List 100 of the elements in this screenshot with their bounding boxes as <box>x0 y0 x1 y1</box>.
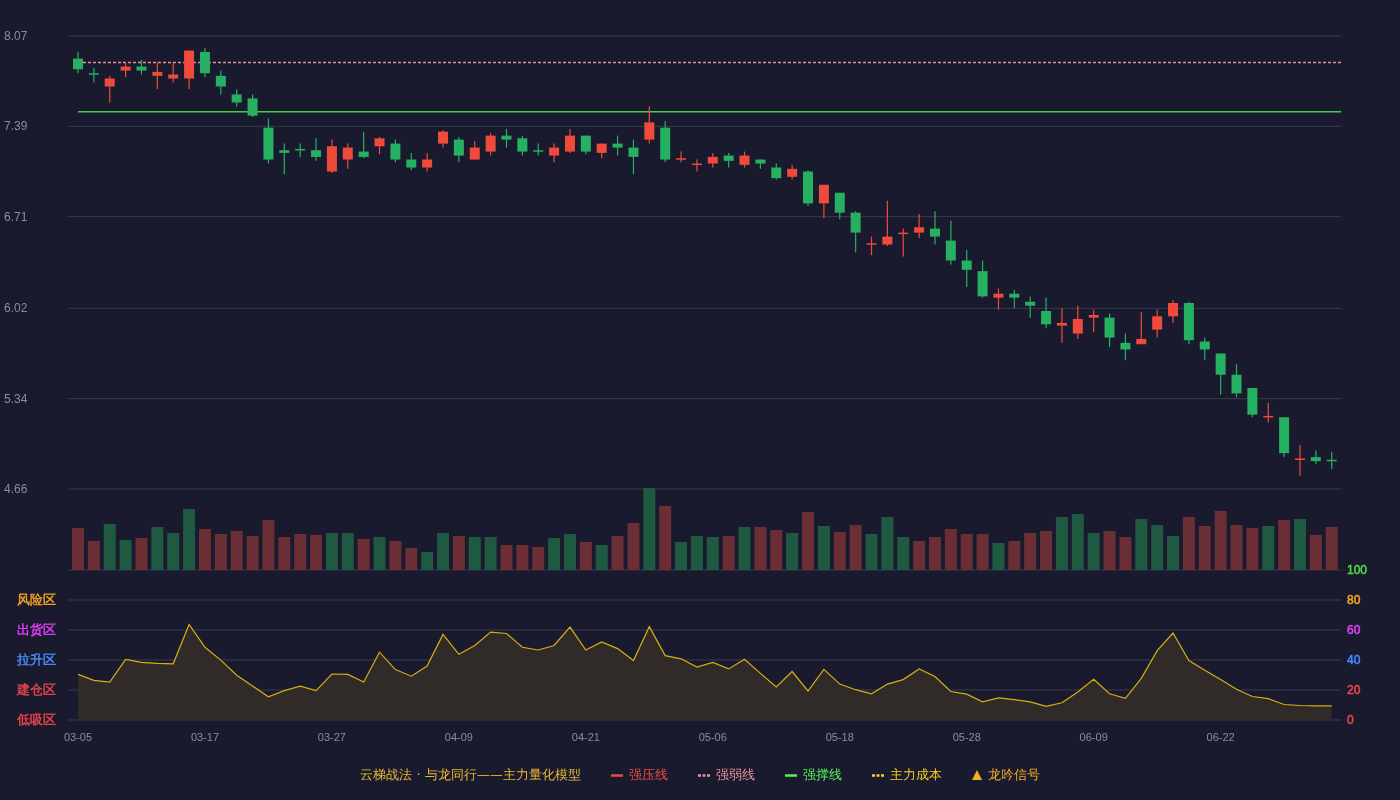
volume-bar <box>627 523 640 570</box>
volume-bar <box>1167 536 1180 570</box>
volume-bar <box>87 541 100 570</box>
candle <box>977 259 988 299</box>
candle <box>898 228 909 258</box>
volume-bar <box>1087 533 1100 570</box>
volume-bar <box>103 524 116 570</box>
volume-bar <box>437 533 449 570</box>
candle <box>596 143 607 159</box>
volume-bar <box>706 537 719 570</box>
axis-label: 6.71 <box>4 209 28 224</box>
candle <box>850 210 861 254</box>
volume-bar <box>262 520 275 570</box>
candle <box>453 136 464 163</box>
candle <box>707 152 718 169</box>
axis-label: 03-17 <box>190 731 220 743</box>
volume-bar <box>389 541 402 570</box>
candle <box>1120 332 1131 361</box>
candle <box>1183 301 1194 345</box>
zone-label: 拉升区 <box>17 652 56 667</box>
volume-bar <box>754 527 767 570</box>
candle <box>374 136 385 155</box>
volume-bar <box>865 534 878 570</box>
volume-bar <box>135 538 148 570</box>
candle <box>1263 402 1274 424</box>
axis-label: 100 <box>1347 563 1368 577</box>
volume-bar <box>1135 519 1148 570</box>
candle <box>1088 309 1099 333</box>
candle <box>580 135 591 155</box>
volume-bar <box>167 533 180 570</box>
volume-bar <box>1119 537 1132 570</box>
volume-bar <box>310 535 323 570</box>
candle <box>533 143 544 157</box>
candle <box>1310 449 1321 465</box>
volume-bar <box>532 547 545 570</box>
volume-bar <box>722 536 735 570</box>
volume-bar <box>278 537 291 570</box>
candle <box>612 135 623 157</box>
candle <box>168 61 179 84</box>
candle <box>914 213 925 239</box>
axis-label: 5.34 <box>4 391 28 406</box>
candle <box>1168 299 1179 324</box>
volume-bar <box>579 542 592 570</box>
candle <box>215 69 226 96</box>
candle <box>1295 444 1305 477</box>
candle <box>311 137 322 162</box>
volume-bar <box>246 536 259 570</box>
candle <box>295 143 306 158</box>
candle <box>88 67 99 84</box>
volume-bar <box>770 530 783 570</box>
candle <box>136 59 147 76</box>
candle <box>485 132 496 157</box>
axis-label: 04-21 <box>571 731 600 743</box>
volume-bar <box>944 529 957 570</box>
candle <box>961 249 972 288</box>
volume-bar <box>738 527 751 570</box>
volume-bar <box>1055 517 1068 570</box>
candle <box>1104 313 1115 348</box>
candle <box>1326 451 1337 470</box>
volume-bar <box>468 537 481 570</box>
candle <box>1072 305 1083 340</box>
candle <box>660 120 671 163</box>
candle <box>1231 363 1242 398</box>
candle <box>120 61 131 78</box>
candle <box>501 128 512 149</box>
axis-label: 04-09 <box>444 731 473 743</box>
candle <box>1056 307 1067 344</box>
volume-bar <box>1071 514 1084 570</box>
volume-bar <box>516 545 529 570</box>
candle <box>787 164 798 181</box>
volume-bar <box>357 539 370 570</box>
volume-bar <box>976 534 989 570</box>
legend-title: 云梯战法 · 与龙同行——主力量化模型 <box>360 766 581 784</box>
candle <box>945 220 956 266</box>
volume-bar <box>1246 528 1259 570</box>
volume-bar <box>1214 511 1227 570</box>
candle <box>1041 297 1052 329</box>
volume-bar <box>913 541 926 570</box>
candle <box>644 105 655 145</box>
candle <box>882 200 893 247</box>
volume-bar <box>1040 531 1053 570</box>
volume-bar <box>1008 541 1021 570</box>
legend-label: 强弱线 <box>715 766 755 784</box>
candle <box>184 50 195 90</box>
axis-label: 8.07 <box>4 29 28 43</box>
volume-bar <box>992 543 1005 570</box>
candle <box>517 135 528 157</box>
legend-label: 龙吟信号 <box>987 766 1040 784</box>
volume-bar <box>500 545 513 570</box>
legend-label: 强撑线 <box>802 766 842 784</box>
legend-label: 强压线 <box>628 766 668 784</box>
axis-label: 0 <box>1347 713 1354 727</box>
candle <box>279 143 290 175</box>
candle <box>152 61 163 90</box>
volume-bar <box>960 534 973 570</box>
candle <box>1215 352 1226 396</box>
candle <box>1025 295 1036 319</box>
candle <box>1247 387 1258 418</box>
volume-bar <box>929 537 941 570</box>
volume-bar <box>373 537 386 570</box>
